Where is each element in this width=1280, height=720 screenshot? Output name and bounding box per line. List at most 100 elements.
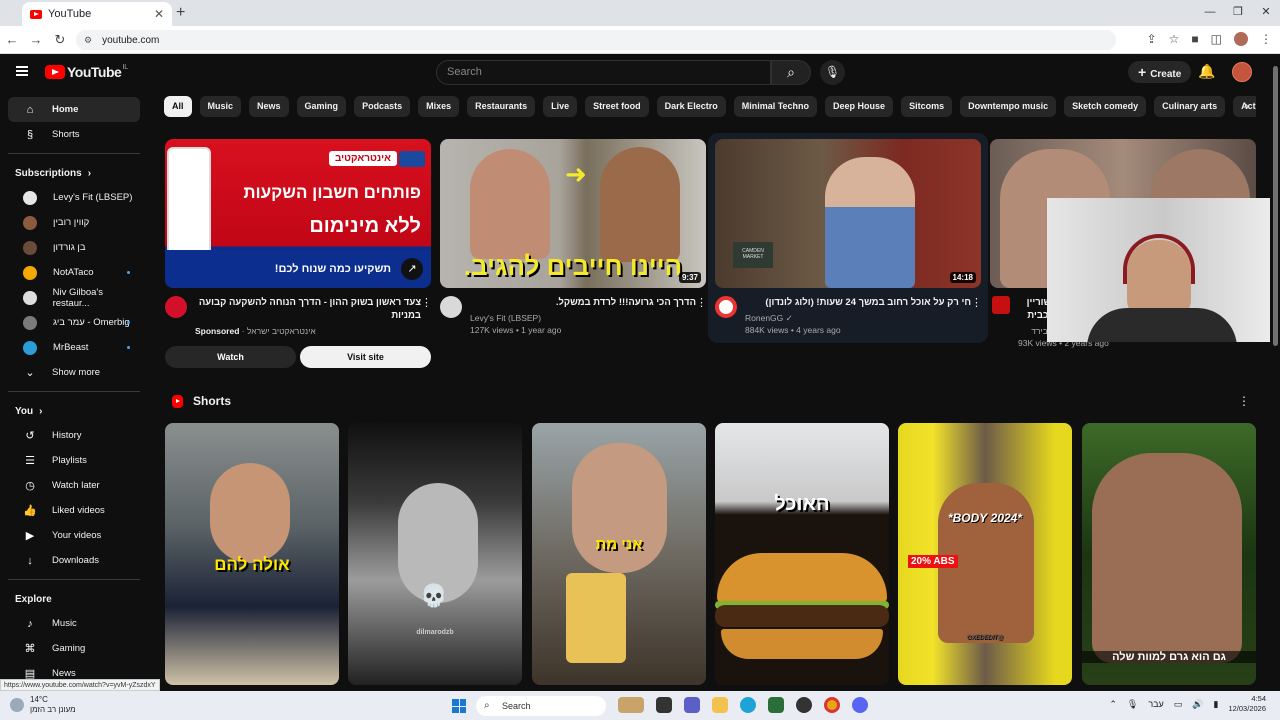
chip-minimal-techno[interactable]: Minimal Techno [733, 96, 818, 117]
widget-app-icon[interactable] [618, 697, 644, 713]
store-icon[interactable] [768, 697, 784, 713]
chip-sitcoms[interactable]: Sitcoms [901, 96, 953, 117]
extensions-puzzle-icon[interactable]: ◫ [1211, 32, 1222, 46]
channel-avatar[interactable] [440, 296, 462, 318]
chip-news[interactable]: News [249, 96, 289, 117]
short-card[interactable]: גם הוא גרם למוות שלה [1082, 423, 1256, 685]
clock[interactable]: 4:54 12/03/2026 [1228, 694, 1266, 714]
chip-street-food[interactable]: Street food [585, 96, 649, 117]
sidebar-item-gaming[interactable]: ⌘ Gaming [8, 636, 140, 661]
browser-menu-icon[interactable]: ⋮ [1260, 32, 1272, 46]
close-tab-icon[interactable]: ✕ [154, 7, 164, 21]
sidebar-item-your-videos[interactable]: ▶ Your videos [8, 523, 140, 548]
sidebar-subscription-item[interactable]: Levy's Fit (LBSEP) [8, 185, 140, 210]
channel-name[interactable]: Levy's Fit (LBSEP) [470, 312, 696, 324]
channel-avatar[interactable] [715, 296, 737, 318]
taskbar-search[interactable]: ⌕ Search [476, 696, 606, 716]
sidebar-item-downloads[interactable]: ↓ Downloads [8, 548, 140, 573]
chrome-icon[interactable] [824, 697, 840, 713]
video-title[interactable]: הדרך הכי גרועה!!! לרדת במשקל. [470, 296, 696, 309]
sidebar-subscription-item[interactable]: Niv Gilboa's restaur... [8, 285, 140, 310]
chip-sketch-comedy[interactable]: Sketch comedy [1064, 96, 1147, 117]
you-heading[interactable]: You › [0, 398, 148, 423]
chip-downtempo-music[interactable]: Downtempo music [960, 96, 1057, 117]
menu-icon[interactable] [16, 66, 28, 76]
chip-deep-house[interactable]: Deep House [825, 96, 894, 117]
volume-icon[interactable]: 🔊 [1192, 699, 1203, 710]
edge-icon[interactable] [740, 697, 756, 713]
short-card[interactable]: אני מת [532, 423, 706, 685]
windows-start-icon[interactable] [452, 699, 466, 713]
sidebar-item-home[interactable]: ⌂ Home [8, 97, 140, 122]
sidebar-subscription-item[interactable]: עמר ביג - Omerbig [8, 310, 140, 335]
browser-tab[interactable]: YouTube ✕ [22, 2, 172, 26]
chip-dark-electro[interactable]: Dark Electro [656, 96, 726, 117]
chip-restaurants[interactable]: Restaurants [467, 96, 536, 117]
chip-culinary-arts[interactable]: Culinary arts [1154, 96, 1226, 117]
microphone-icon[interactable]: 🎙 [820, 60, 845, 85]
file-explorer-icon[interactable] [712, 697, 728, 713]
channel-name[interactable]: אינטראקטיב ישראל [247, 326, 316, 336]
chevron-right-icon[interactable]: › [1245, 99, 1249, 113]
task-view-icon[interactable] [656, 697, 672, 713]
forward-icon[interactable]: → [24, 32, 48, 47]
install-icon[interactable]: ⇪ [1147, 32, 1157, 46]
video-thumbnail[interactable]: ➜ היינו חייבים להגיב. 9:37 [440, 139, 706, 288]
notifications-bell-icon[interactable]: 🔔 [1198, 63, 1215, 80]
sidebar-item-playlists[interactable]: ☰ Playlists [8, 448, 140, 473]
minimize-icon[interactable]: — [1196, 0, 1224, 24]
search-input[interactable]: Search [436, 60, 771, 85]
language-indicator[interactable]: עבר [1148, 699, 1163, 709]
chip-all[interactable]: All [164, 96, 192, 117]
channel-name[interactable]: RonenGG [745, 313, 783, 323]
video-thumbnail[interactable]: CAMDEN MARKET 14:18 [715, 139, 981, 288]
show-more-button[interactable]: ⌄ Show more [8, 360, 140, 385]
chip-gaming[interactable]: Gaming [296, 96, 347, 117]
short-card[interactable]: 💀 dilmarodzb [348, 423, 522, 685]
more-options-icon[interactable]: ⋮ [696, 296, 707, 336]
short-card[interactable]: *2024 BODY* 20% ABS @OXEDEDIT [898, 423, 1072, 685]
browser-profile-avatar[interactable] [1234, 32, 1248, 46]
sidebar-item-shorts[interactable]: § Shorts [8, 122, 140, 147]
extension-icon[interactable]: ■ [1191, 32, 1198, 46]
weather-widget[interactable]: 14°C מעונן רב הזמן [10, 695, 76, 715]
chip-podcasts[interactable]: Podcasts [354, 96, 411, 117]
sidebar-item-watch-later[interactable]: ◷ Watch later [8, 473, 140, 498]
scrollbar[interactable] [1270, 56, 1280, 690]
channel-avatar[interactable] [992, 296, 1010, 314]
video-card[interactable]: CAMDEN MARKET 14:18 חי רק על אוכל רחוב ב… [715, 139, 982, 336]
back-icon[interactable]: ← [0, 32, 24, 47]
video-thumbnail[interactable]: אינטראקטיב פותחים חשבון השקעות ללא מינימ… [165, 139, 431, 288]
url-field[interactable]: ⚙ youtube.com [76, 30, 1116, 50]
search-icon[interactable]: ⌕ [771, 60, 811, 85]
reload-icon[interactable]: ↻ [48, 32, 72, 48]
video-title[interactable]: חי רק על אוכל רחוב במשך 24 שעות! (ולוג ל… [745, 296, 971, 309]
sidebar-subscription-item[interactable]: NotATaco [8, 260, 140, 285]
sidebar-subscription-item[interactable]: MrBeast [8, 335, 140, 360]
battery-icon[interactable]: ▮ [1214, 699, 1219, 710]
close-window-icon[interactable]: ✕ [1252, 0, 1280, 24]
scrollbar-thumb[interactable] [1273, 66, 1278, 346]
maximize-icon[interactable]: ❐ [1224, 0, 1252, 24]
site-info-icon[interactable]: ⚙ [84, 35, 92, 46]
sidebar-item-liked-videos[interactable]: 👍 Liked videos [8, 498, 140, 523]
chip-music[interactable]: Music [199, 96, 242, 117]
avatar[interactable] [1232, 62, 1252, 82]
video-card-ad[interactable]: אינטראקטיב פותחים חשבון השקעות ללא מינימ… [165, 139, 432, 337]
more-options-icon[interactable]: ⋮ [971, 296, 982, 336]
visit-site-button[interactable]: Visit site [300, 346, 431, 368]
youtube-logo[interactable]: YouTube IL [45, 64, 128, 80]
channel-avatar[interactable] [165, 296, 187, 318]
chevron-up-icon[interactable]: ⌃ [1109, 699, 1117, 710]
bookmark-star-icon[interactable]: ☆ [1169, 32, 1180, 46]
new-tab-icon[interactable]: + [176, 4, 185, 22]
short-card[interactable]: האוכל [715, 423, 889, 685]
video-title[interactable]: צעד ראשון בשוק ההון - הדרך הנוחה להשקעה … [195, 296, 421, 322]
discord-icon[interactable] [852, 697, 868, 713]
network-icon[interactable]: ▭ [1174, 699, 1183, 710]
sidebar-subscription-item[interactable]: בן גורדון [8, 235, 140, 260]
app-icon[interactable] [796, 697, 812, 713]
chip-mixes[interactable]: Mixes [418, 96, 460, 117]
microphone-icon[interactable]: 🎙 [1127, 699, 1138, 710]
more-options-icon[interactable]: ⋮ [1238, 394, 1250, 408]
